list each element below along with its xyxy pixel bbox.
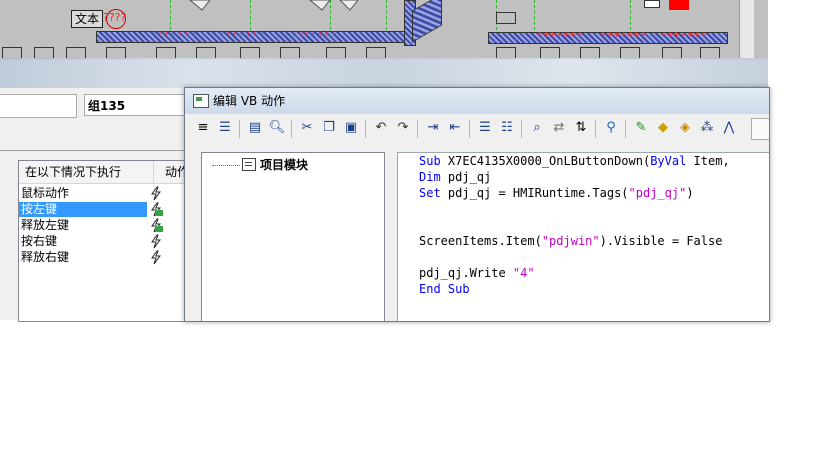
toolbar-separator [291,120,292,138]
signal-line [534,0,535,30]
align-icon[interactable]: ☰ [215,118,235,138]
event-row[interactable]: 鼠标动作 [19,186,147,201]
code-token: ) [686,186,694,200]
signal-line [386,0,387,30]
signal-line [170,0,171,30]
toolbar-separator [417,120,418,138]
lightning-icon[interactable] [149,234,163,249]
tag-select-icon[interactable]: ⁂ [697,118,717,138]
redo-icon[interactable]: ↷ [393,118,413,138]
print-preview-icon[interactable]: 🔍︎ [267,118,287,138]
cube-icon[interactable]: ◆ [653,118,673,138]
tag-box [496,12,516,24]
lightning-icon[interactable] [149,186,163,201]
module-icon [242,158,256,171]
blurred-region [0,58,768,88]
tree-connector [212,165,240,166]
undo-icon[interactable]: ↶ [371,118,391,138]
code-keyword: Set [419,186,441,200]
signal-line [630,0,631,30]
event-row[interactable]: 按左键 [19,202,147,217]
vb-editor-dialog: 编辑 VB 动作 ≡ ☰ ▤ 🔍︎ ✂ ❐ ▣ ↶ ↷ ⇥ ⇤ ☰ ☷ ⌕ ⇄ … [184,87,770,322]
code-token: ScreenItems.Item( [419,234,542,248]
code-keyword: Dim [419,170,441,184]
find-icon[interactable]: ⌕ [527,118,547,138]
object-name-field[interactable]: 组135 [84,94,184,116]
code-token: pdj_qj.Write [419,266,513,280]
list-icon[interactable]: ≡ [193,118,213,138]
belt-mark: +++++++ [600,30,647,39]
comment-icon[interactable]: ☰ [475,118,495,138]
conveyor-belt-diagonal[interactable] [412,0,442,43]
cut-icon[interactable]: ✂ [297,118,317,138]
alarm-indicator[interactable] [669,0,689,10]
dialog-title: 编辑 VB 动作 [213,94,286,108]
events-list[interactable]: 在以下情况下执行 动作 鼠标动作 按左键 释放左键 按右键 释放右键 [18,160,198,322]
code-keyword: End Sub [419,282,470,296]
belt-mark: +++++++ [536,30,583,39]
object-select-icon[interactable]: ⋀ [719,118,739,138]
code-token: ).Visible = False [599,234,723,248]
toolbar-separator [521,120,522,138]
selection-circle [106,9,126,29]
status-indicator[interactable] [644,0,660,8]
tree-node-label: 项目模块 [260,158,309,172]
paste-icon[interactable]: ▣ [341,118,361,138]
belt-mark: +++++++ [660,30,707,39]
vb-script-icon[interactable] [149,218,163,233]
code-string: "pdjwin" [541,234,600,248]
event-row[interactable]: 按右键 [19,234,147,249]
editor-toolbar: ≡ ☰ ▤ 🔍︎ ✂ ❐ ▣ ↶ ↷ ⇥ ⇤ ☰ ☷ ⌕ ⇄ ⇅ ⚲ ✎ ◆ ◈… [185,116,769,142]
print-icon[interactable]: ▤ [245,118,265,138]
divider [0,150,186,151]
canvas-scrollbar[interactable] [739,0,754,58]
toolbar-separator [469,120,470,138]
code-text[interactable]: Sub X7EC4135X0000_OnLButtonDown(ByVal It… [415,153,769,297]
toolbar-separator [239,120,240,138]
code-token: Item, [686,154,730,168]
belt-mark: +++++++ [218,29,265,38]
copy-icon[interactable]: ❐ [319,118,339,138]
belt-mark: +++++++ [150,29,197,38]
toolbar-separator [625,120,626,138]
code-string: "4" [512,266,535,280]
column-header-condition[interactable]: 在以下情况下执行 [19,161,154,184]
event-row[interactable]: 释放右键 [19,250,147,265]
toolbar-separator [595,120,596,138]
dialog-titlebar[interactable]: 编辑 VB 动作 [185,88,769,114]
code-keyword: ByVal [650,154,687,168]
conveyor-shape [189,0,359,11]
replace-icon[interactable]: ⇄ [549,118,569,138]
breakpoint-icon[interactable]: ⚲ [601,118,621,138]
code-token: pdj_qj = HMIRuntime.Tags( [440,186,629,200]
code-editor[interactable]: Sub X7EC4135X0000_OnLButtonDown(ByVal It… [415,152,769,321]
hmi-canvas[interactable]: 文本 ???? +++++++ +++++++ +++++++ +++++++ … [0,0,768,60]
module-tree[interactable]: 项目模块 [201,152,385,321]
compile-icon[interactable]: ✎ [631,118,651,138]
code-keyword: Sub [419,154,441,168]
code-token: pdj_qj [440,170,492,184]
cube-settings-icon[interactable]: ◈ [675,118,695,138]
event-row[interactable]: 释放左键 [19,218,147,233]
belt-mark: +++++++ [290,29,337,38]
property-field[interactable] [0,94,77,118]
outdent-icon[interactable]: ⇤ [445,118,465,138]
text-object[interactable]: 文本 [71,10,103,28]
code-gutter[interactable] [397,152,416,321]
goto-icon[interactable]: ⇅ [571,118,591,138]
window-icon [193,94,209,108]
vb-script-icon[interactable] [149,202,163,217]
code-string: "pdj_qj" [628,186,687,200]
code-token: X7EC4135X0000_OnLButtonDown( [440,154,651,168]
indent-icon[interactable]: ⇥ [423,118,443,138]
toolbar-separator [365,120,366,138]
lightning-icon[interactable] [149,250,163,265]
toolbar-box[interactable] [751,118,769,140]
uncomment-icon[interactable]: ☷ [497,118,517,138]
